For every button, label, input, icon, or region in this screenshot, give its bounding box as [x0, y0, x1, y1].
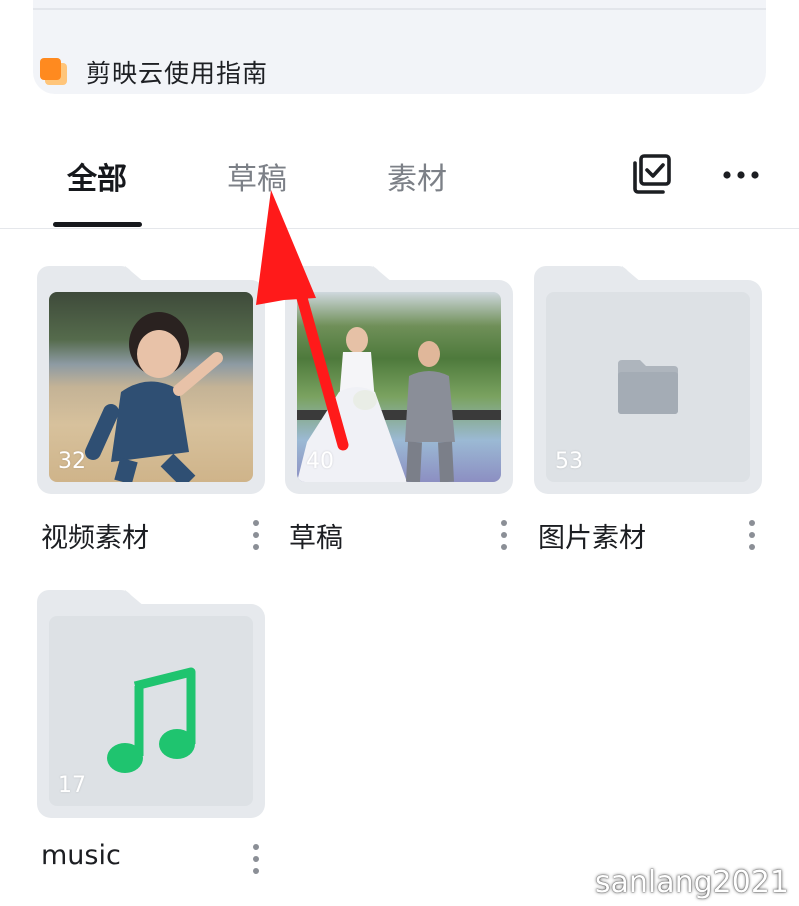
guide-label: 剪映云使用指南 — [86, 59, 269, 88]
tab-materials[interactable]: 素材 — [387, 154, 447, 198]
more-options-button[interactable] — [718, 158, 764, 192]
folder-thumbnail: 53 — [546, 292, 750, 482]
folder-frame: 40 — [285, 266, 513, 494]
folder-frame: 17 — [37, 590, 265, 818]
cloud-guide-link[interactable]: 剪映云使用指南 — [40, 52, 268, 92]
folder-more-button[interactable] — [249, 842, 263, 876]
folder-thumbnail: 40 — [297, 292, 501, 482]
folder-label: 视频素材 — [41, 523, 149, 554]
tab-bar: 全部 草稿 素材 — [0, 140, 799, 230]
folder-image-materials[interactable]: 53 图片素材 — [534, 266, 762, 556]
item-count: 32 — [58, 449, 86, 474]
item-count: 40 — [306, 449, 334, 474]
folder-frame: 32 — [37, 266, 265, 494]
more-horizontal-icon — [723, 171, 759, 179]
tab-all[interactable]: 全部 — [67, 154, 127, 198]
folder-thumbnail: 32 — [49, 292, 253, 482]
folder-more-button[interactable] — [497, 518, 511, 552]
item-count: 17 — [58, 773, 86, 798]
document-stack-icon — [40, 58, 68, 86]
divider — [0, 228, 799, 229]
folder-more-button[interactable] — [745, 518, 759, 552]
folder-label: 草稿 — [289, 523, 343, 554]
folder-label: music — [41, 840, 121, 871]
folder-label: 图片素材 — [538, 523, 646, 554]
divider — [33, 8, 766, 10]
folder-music[interactable]: 17 music — [37, 590, 265, 880]
item-count: 53 — [555, 449, 583, 474]
watermark-text: sanlang2021 — [594, 865, 789, 900]
multi-select-button[interactable] — [630, 152, 674, 196]
multi-select-check-icon — [633, 154, 671, 194]
tab-drafts[interactable]: 草稿 — [227, 154, 287, 198]
folder-thumbnail: 17 — [49, 616, 253, 806]
folder-more-button[interactable] — [249, 518, 263, 552]
folder-frame: 53 — [534, 266, 762, 494]
folder-video-materials[interactable]: 32 视频素材 — [37, 266, 265, 556]
active-tab-indicator — [53, 222, 142, 227]
folder-drafts[interactable]: 40 草稿 — [285, 266, 513, 556]
